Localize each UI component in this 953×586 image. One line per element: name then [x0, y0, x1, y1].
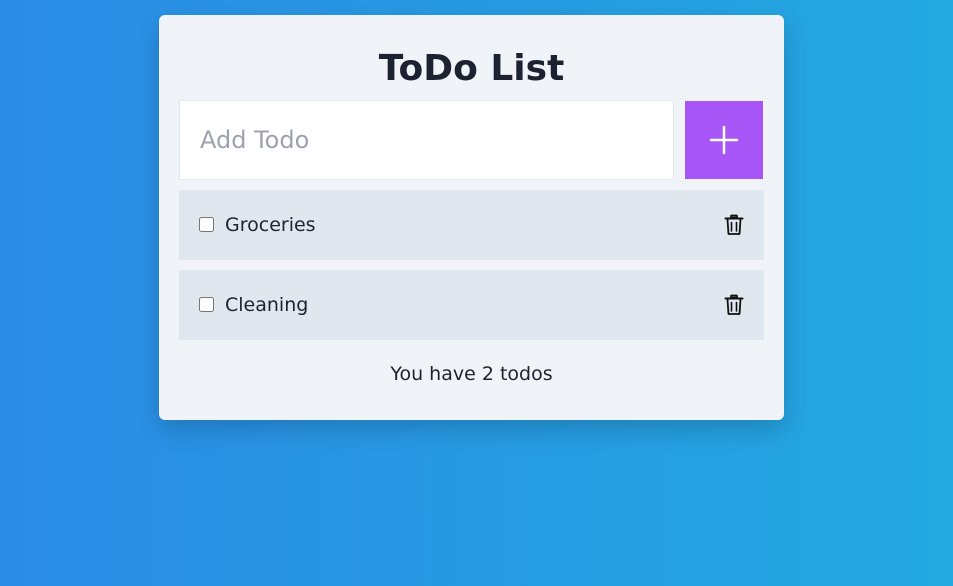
todo-item: Cleaning: [179, 270, 764, 340]
todo-item: Groceries: [179, 190, 764, 260]
add-todo-button[interactable]: [685, 101, 763, 179]
page-title: ToDo List: [378, 48, 565, 89]
todo-count: You have 2 todos: [390, 363, 553, 385]
delete-todo-button[interactable]: [722, 213, 746, 237]
add-todo-input[interactable]: [179, 100, 674, 180]
plus-icon: [709, 125, 739, 155]
trash-icon: [724, 294, 744, 315]
todo-card: ToDo List Groceries Cleaning: [159, 15, 784, 420]
todo-label: Groceries: [225, 214, 316, 236]
todo-label: Cleaning: [225, 294, 309, 316]
delete-todo-button[interactable]: [722, 293, 746, 317]
trash-icon: [724, 214, 744, 235]
todo-checkbox[interactable]: [199, 297, 214, 312]
todo-checkbox[interactable]: [199, 217, 214, 232]
